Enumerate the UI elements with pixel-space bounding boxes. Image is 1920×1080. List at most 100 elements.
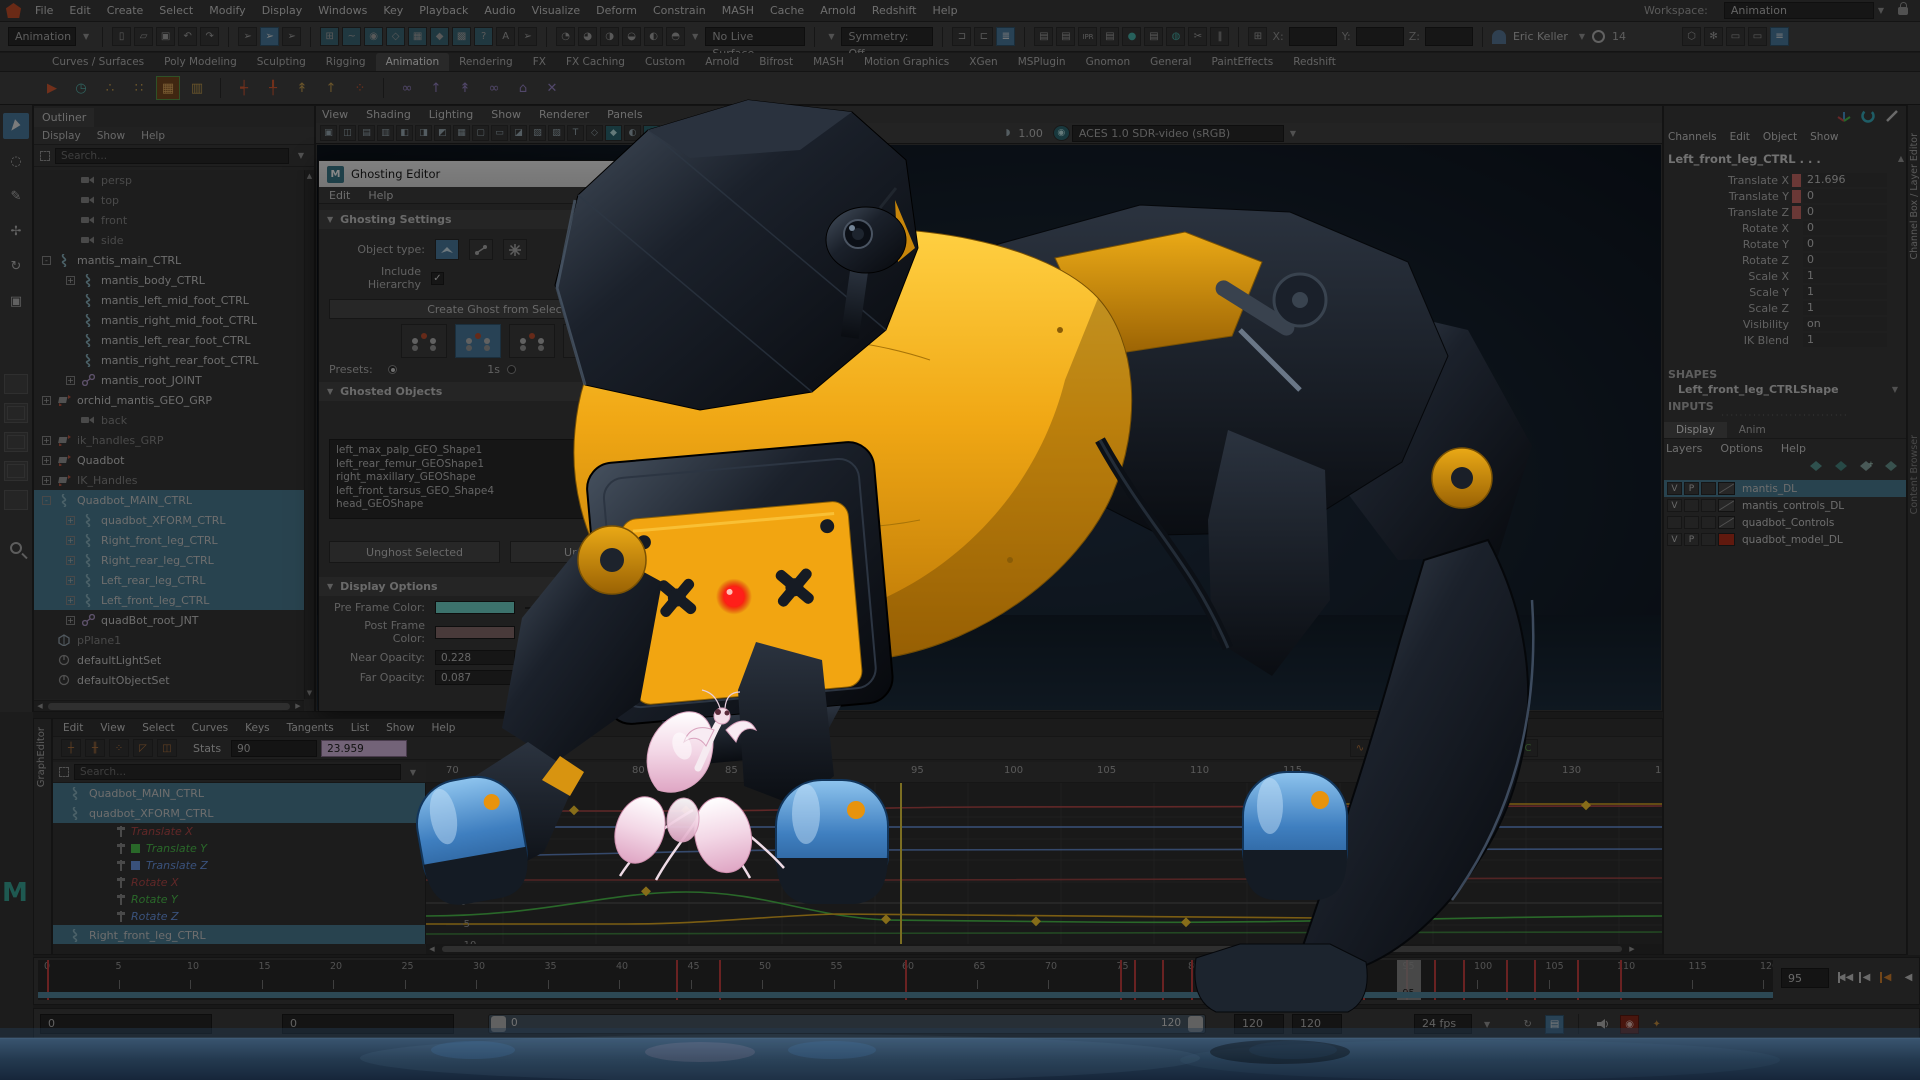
ghosted-object-head-geoshape[interactable]: head_GEOShape [336, 498, 674, 512]
menu-lighting[interactable]: Lighting [429, 108, 473, 121]
time-slider[interactable]: 0510152025303540455055606570758085909510… [33, 957, 1920, 1005]
custom-layout-button[interactable] [4, 490, 28, 510]
set-key-icon[interactable]: ┽ [232, 76, 256, 100]
snap-grid-icon[interactable]: ⊞ [320, 27, 339, 46]
content-browser-side-tab[interactable]: Content Browser [1909, 435, 1920, 514]
outliner-item-mantis-main-ctrl[interactable]: -mantis_main_CTRL [34, 250, 304, 270]
expander-icon[interactable]: + [42, 396, 51, 405]
snap-projected-center-icon[interactable]: ◇ [386, 27, 405, 46]
expander-icon[interactable]: + [42, 436, 51, 445]
far-opacity-field[interactable]: 0.087 [435, 670, 515, 685]
shelf-tab-motion-graphics[interactable]: Motion Graphics [854, 53, 959, 71]
graph-channel-translate-z[interactable]: Translate Z [53, 857, 425, 874]
snap-help-icon[interactable]: ? [474, 27, 493, 46]
dope-sheet-icon[interactable]: ▥ [185, 76, 209, 100]
layer-editor-tab-display[interactable]: Display [1664, 422, 1727, 438]
single-pane-layout-button[interactable] [4, 374, 28, 394]
set-key-rotate-icon[interactable]: ↟ [290, 76, 314, 100]
workspace-selector[interactable]: Animation [1724, 2, 1874, 19]
pivot-edit-icon[interactable]: ⬡ [1682, 27, 1701, 46]
layer-visibility-toggle[interactable]: V [1667, 499, 1682, 512]
layer-visibility-toggle[interactable]: V [1667, 482, 1682, 495]
channel-ik-blend[interactable]: IK Blend1 [1664, 332, 1894, 348]
channel-rotate-z[interactable]: Rotate Z0 [1664, 252, 1894, 268]
channel-rotate-y[interactable]: Rotate Y0 [1664, 236, 1894, 252]
graph-editor-curve-area[interactable]: 2520151050-5-10 [426, 783, 1662, 944]
magnifier-icon[interactable] [10, 542, 22, 554]
outliner-search-dropdown-icon[interactable]: ▼ [294, 151, 308, 160]
save-scene-button[interactable]: ▣ [156, 27, 175, 46]
move-layer-down-icon[interactable] [1833, 460, 1848, 472]
layer-color-swatch[interactable] [1718, 482, 1735, 495]
layer-stack-icon[interactable]: ≡ [1770, 27, 1789, 46]
tangent-m-icon[interactable]: M [1494, 739, 1514, 757]
outliner-item-pplane1[interactable]: pPlane1 [34, 630, 304, 650]
shelf-tab-curves-surfaces[interactable]: Curves / Surfaces [42, 53, 154, 71]
channel-value[interactable]: 0 [1803, 221, 1887, 235]
outliner-item-side[interactable]: side [34, 230, 304, 250]
light-editor-icon[interactable]: ◍ [1166, 27, 1185, 46]
rotate-tool[interactable]: ↻ [3, 253, 29, 279]
set-key-scale-icon[interactable]: ↑ [319, 76, 343, 100]
post-frame-color-swatch[interactable] [435, 626, 515, 639]
outliner-item-mantis-left-mid-foot-ctrl[interactable]: mantis_left_mid_foot_CTRL [34, 290, 304, 310]
snap-point-icon[interactable]: ◉ [364, 27, 383, 46]
scale-constraint-icon[interactable]: ⌂ [511, 76, 535, 100]
animation-end-field[interactable]: 120 [1292, 1014, 1342, 1034]
layer-color-swatch[interactable] [1718, 499, 1735, 512]
far-opacity-slider[interactable] [525, 677, 681, 679]
menu-view[interactable]: View [322, 108, 348, 121]
outliner-item-mantis-root-joint[interactable]: +mantis_root_JOINT [34, 370, 304, 390]
preset-radio-2s[interactable] [507, 365, 516, 374]
shelf-tab-bifrost[interactable]: Bifrost [749, 53, 803, 71]
outliner-item-ik-handles[interactable]: +IK_Handles [34, 470, 304, 490]
channel-value[interactable]: 21.696 [1803, 173, 1887, 187]
expander-icon[interactable]: + [66, 576, 75, 585]
shelf-tab-fx-caching[interactable]: FX Caching [556, 53, 635, 71]
menu-options[interactable]: Options [1720, 442, 1762, 455]
y-coord-field[interactable] [1356, 27, 1404, 46]
preset-radio-10s[interactable] [864, 365, 873, 374]
layer-playback-toggle[interactable] [1684, 499, 1699, 512]
ghost-icon[interactable]: ∷ [127, 76, 151, 100]
ghosted-objects-section-header[interactable]: ▼ Ghosted Objects [319, 382, 691, 401]
animation-start-field[interactable]: 0 [40, 1014, 212, 1034]
preset-radio-4s[interactable] [626, 365, 635, 374]
viewport-isolate-icon[interactable]: ◩ [434, 125, 451, 141]
layer-color-swatch[interactable] [1718, 516, 1735, 529]
channel-translate-x[interactable]: Translate X21.696 [1664, 172, 1894, 188]
menu-arnold[interactable]: Arnold [820, 4, 856, 17]
object-type-joint-button[interactable] [469, 239, 493, 260]
graph-tree-quadbot-main-ctrl[interactable]: Quadbot_MAIN_CTRL [53, 783, 425, 803]
graph-horizontal-scrollbar[interactable]: ◀▶ [426, 944, 1662, 954]
channel-value[interactable]: 1 [1803, 285, 1887, 299]
graph-tree-quadbot-xform-ctrl[interactable]: quadbot_XFORM_CTRL [53, 803, 425, 823]
graph-channel-rotate-y[interactable]: Rotate Y [53, 891, 425, 908]
expander-icon[interactable]: - [42, 256, 51, 265]
move-nearest-key-icon[interactable]: ┼ [61, 739, 81, 757]
collapse-icon[interactable]: ▼ [327, 387, 333, 396]
fps-dropdown-icon[interactable]: ▼ [1480, 1020, 1494, 1029]
render-current-frame-icon[interactable]: ▤ [1056, 27, 1075, 46]
pre-frame-color-swatch[interactable] [435, 601, 515, 614]
graph-channel-rotate-z[interactable]: Rotate Z [53, 908, 425, 925]
construction-icon-4[interactable]: ◒ [622, 27, 641, 46]
channel-value[interactable]: 0 [1803, 189, 1887, 203]
menu-layers[interactable]: Layers [1666, 442, 1702, 455]
pencil-icon[interactable] [1884, 109, 1900, 123]
panel-drag-handle[interactable]: ···························· [1664, 411, 1906, 420]
channel-value[interactable]: 0 [1803, 205, 1887, 219]
tangent-linear-icon[interactable]: ╱ [1374, 739, 1394, 757]
menu-modify[interactable]: Modify [209, 4, 245, 17]
viewport-gate-mask-icon[interactable]: ◪ [510, 125, 527, 141]
shelf-tab-custom[interactable]: Custom [635, 53, 695, 71]
menu-renderer[interactable]: Renderer [539, 108, 589, 121]
menu-channels[interactable]: Channels [1668, 131, 1717, 143]
insert-key-tool-icon[interactable]: ╫ [85, 739, 105, 757]
preset-radio-5s[interactable] [745, 365, 754, 374]
set-key-translate-icon[interactable]: ╀ [261, 76, 285, 100]
expander-icon[interactable]: + [42, 476, 51, 485]
shelf-tab-fx[interactable]: FX [523, 53, 556, 71]
open-scene-button[interactable]: ▱ [134, 27, 153, 46]
menu-keys[interactable]: Keys [245, 722, 270, 734]
